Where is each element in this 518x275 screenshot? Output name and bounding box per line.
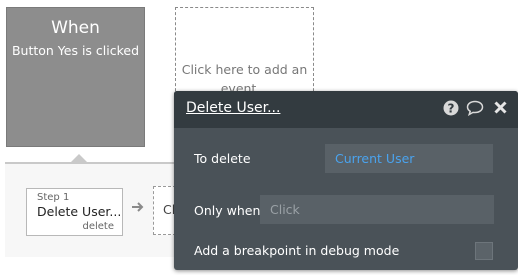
breakpoint-label: Add a breakpoint in debug mode [194,243,400,258]
only-when-label: Only when [194,203,261,218]
step-card[interactable]: Step 1 Delete User... delete [26,188,123,236]
to-delete-field[interactable]: Current User [325,144,493,173]
event-trigger-card[interactable]: When Button Yes is clicked [6,7,145,147]
step-number: Step 1 [37,192,70,203]
to-delete-label: To delete [194,151,251,166]
step-title: Delete User... [37,204,122,219]
panel-header: Delete User... ? [174,91,518,128]
comment-icon[interactable] [466,100,484,118]
trigger-title: When [51,18,100,38]
selected-event-pointer [70,154,88,163]
to-delete-value: Current User [335,151,415,166]
only-when-placeholder: Click [270,202,300,217]
breakpoint-checkbox[interactable] [475,242,493,260]
trigger-subtitle: Button Yes is clicked [11,43,140,58]
only-when-field[interactable]: Click [260,195,494,224]
step-action-type: delete [82,221,114,232]
arrow-right-icon [131,200,145,217]
help-icon[interactable]: ? [443,100,459,118]
panel-title[interactable]: Delete User... [186,100,280,116]
svg-text:?: ? [448,102,455,116]
property-editor-panel: Delete User... ? To delete Current User … [174,91,518,270]
close-icon[interactable] [493,100,508,118]
